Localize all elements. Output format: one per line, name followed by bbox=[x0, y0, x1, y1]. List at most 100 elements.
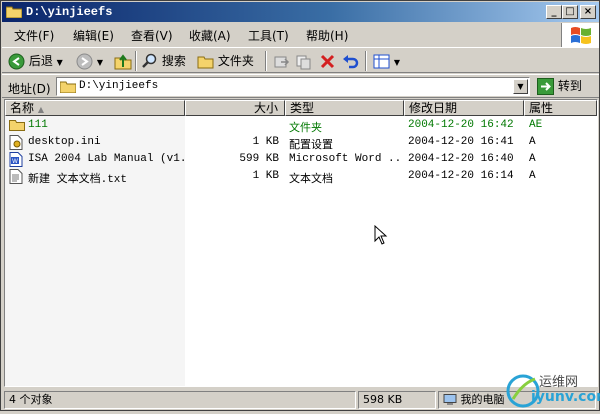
column-type-label: 类型 bbox=[290, 101, 315, 115]
back-label: 后退 bbox=[28, 54, 53, 68]
address-label: 地址(D) bbox=[8, 82, 51, 96]
column-size-label: 大小 bbox=[253, 101, 278, 115]
up-folder-button[interactable] bbox=[114, 52, 132, 70]
move-to-icon bbox=[274, 56, 290, 68]
column-header-attributes[interactable]: 属性 bbox=[524, 100, 597, 116]
address-dropdown-button[interactable]: ▼ bbox=[513, 79, 528, 94]
menu-tools[interactable]: 工具(T) bbox=[248, 27, 289, 44]
file-type: 文本文档 bbox=[289, 174, 333, 186]
toolbar-separator bbox=[135, 51, 137, 71]
file-attributes: AE bbox=[529, 119, 543, 131]
status-size-text: 598 KB bbox=[363, 393, 403, 406]
folders-button[interactable]: 文件夹 bbox=[197, 52, 254, 70]
views-grid-icon bbox=[373, 54, 390, 69]
address-bar: 地址(D) D:\yinjieefs ▼ 转到 bbox=[2, 74, 599, 98]
file-type: 文件夹 bbox=[289, 123, 322, 135]
windows-logo bbox=[561, 23, 599, 47]
delete-button[interactable] bbox=[319, 52, 336, 70]
views-button[interactable]: ▼ bbox=[373, 52, 400, 70]
move-to-button[interactable] bbox=[273, 52, 290, 70]
column-header: 名称 ▲ 大小 类型 修改日期 属性 bbox=[5, 100, 597, 116]
file-size: 599 KB bbox=[239, 153, 279, 165]
forward-arrow-icon bbox=[76, 53, 93, 70]
watermark: 运维网 iyunv.com bbox=[501, 367, 600, 411]
menu-view[interactable]: 查看(V) bbox=[131, 27, 173, 44]
file-modified: 2004-12-20 16:41 bbox=[408, 136, 514, 148]
maximize-button[interactable]: □ bbox=[562, 5, 578, 19]
up-folder-icon bbox=[114, 54, 132, 70]
menu-bar: 文件(F) 编辑(E) 查看(V) 收藏(A) 工具(T) 帮助(H) bbox=[2, 23, 562, 45]
file-name: desktop.ini bbox=[28, 136, 101, 148]
minimize-button[interactable]: _ bbox=[546, 5, 562, 19]
watermark-brand: 运维网 bbox=[539, 375, 579, 390]
file-name: 111 bbox=[28, 119, 48, 131]
column-header-type[interactable]: 类型 bbox=[285, 100, 404, 116]
folder-icon bbox=[197, 56, 214, 69]
standard-toolbar: 后退 ▼ ▼ 搜索 文件夹 ▼ bbox=[2, 47, 599, 73]
file-attributes: A bbox=[529, 136, 536, 148]
file-type: 配置设置 bbox=[289, 140, 333, 152]
watermark-url: iyunv.com bbox=[531, 389, 600, 405]
minimize-icon: _ bbox=[551, 6, 557, 17]
menu-edit[interactable]: 编辑(E) bbox=[73, 27, 114, 44]
column-header-modified[interactable]: 修改日期 bbox=[404, 100, 524, 116]
explorer-window: D:\yinjieefs _ □ × 文件(F) 编辑(E) 查看(V) 收藏(… bbox=[0, 0, 600, 411]
search-button[interactable]: 搜索 bbox=[141, 52, 186, 70]
file-attributes: A bbox=[529, 170, 536, 182]
file-modified: 2004-12-20 16:40 bbox=[408, 153, 514, 165]
go-arrow-icon bbox=[537, 78, 554, 95]
copy-to-button[interactable] bbox=[295, 52, 312, 70]
file-modified: 2004-12-20 16:14 bbox=[408, 170, 514, 182]
my-computer-icon bbox=[443, 394, 457, 405]
chevron-down-icon: ▼ bbox=[56, 58, 63, 67]
menu-favorites[interactable]: 收藏(A) bbox=[189, 27, 231, 44]
close-icon: × bbox=[583, 6, 593, 17]
maximize-icon: □ bbox=[565, 6, 575, 17]
table-row[interactable]: 新建 文本文档.txt 1 KB 文本文档 2004-12-20 16:14 A bbox=[5, 168, 597, 186]
forward-button[interactable]: ▼ bbox=[76, 52, 103, 70]
column-header-name[interactable]: 名称 ▲ bbox=[5, 100, 185, 116]
go-button[interactable]: 转到 bbox=[537, 77, 595, 96]
file-list[interactable]: 名称 ▲ 大小 类型 修改日期 属性 111 文件夹 2004-12-20 16:4… bbox=[4, 99, 598, 387]
status-total-size: 598 KB bbox=[358, 391, 436, 409]
file-attributes: A bbox=[529, 153, 536, 165]
undo-icon bbox=[343, 55, 359, 69]
search-icon bbox=[142, 53, 157, 68]
chevron-down-icon: ▼ bbox=[96, 58, 103, 67]
folder-icon bbox=[6, 6, 22, 18]
address-input[interactable]: D:\yinjieefs ▼ bbox=[56, 77, 530, 96]
column-modified-label: 修改日期 bbox=[409, 101, 458, 115]
file-name: ISA 2004 Lab Manual (v1... bbox=[28, 153, 185, 165]
status-object-count: 4 个对象 bbox=[4, 391, 356, 409]
copy-to-icon bbox=[296, 55, 311, 70]
undo-button[interactable] bbox=[342, 52, 359, 70]
column-header-size[interactable]: 大小 bbox=[185, 100, 285, 116]
address-value: D:\yinjieefs bbox=[79, 80, 159, 92]
close-button[interactable]: × bbox=[580, 5, 596, 19]
folders-label: 文件夹 bbox=[217, 54, 254, 68]
file-name: 新建 文本文档.txt bbox=[28, 174, 128, 186]
svg-text:W: W bbox=[12, 158, 18, 165]
menu-help[interactable]: 帮助(H) bbox=[306, 27, 348, 44]
toolbar-separator bbox=[265, 51, 267, 71]
menu-file[interactable]: 文件(F) bbox=[14, 27, 54, 44]
delete-x-icon bbox=[320, 54, 335, 69]
status-location-text: 我的电脑 bbox=[460, 393, 505, 406]
chevron-down-icon: ▼ bbox=[517, 82, 524, 91]
status-count-text: 4 个对象 bbox=[9, 393, 53, 406]
sort-ascending-icon: ▲ bbox=[37, 105, 44, 114]
file-modified: 2004-12-20 16:42 bbox=[408, 119, 514, 131]
title-bar[interactable]: D:\yinjieefs _ □ × bbox=[2, 2, 599, 22]
windows-flag-icon bbox=[571, 27, 591, 44]
table-row[interactable]: 111 文件夹 2004-12-20 16:42 AE bbox=[5, 117, 597, 135]
file-size: 1 KB bbox=[252, 136, 279, 148]
toolbar-separator bbox=[365, 51, 367, 71]
folder-icon bbox=[60, 81, 76, 93]
column-name-label: 名称 bbox=[10, 101, 35, 115]
column-attributes-label: 属性 bbox=[529, 101, 554, 115]
file-type: Microsoft Word ... bbox=[289, 153, 403, 165]
back-button[interactable]: 后退 ▼ bbox=[8, 52, 63, 70]
table-row[interactable]: W ISA 2004 Lab Manual (v1... 599 KB Microso… bbox=[5, 151, 597, 168]
back-arrow-icon bbox=[8, 53, 25, 70]
table-row[interactable]: desktop.ini 1 KB 配置设置 2004-12-20 16:41 A bbox=[5, 134, 597, 152]
